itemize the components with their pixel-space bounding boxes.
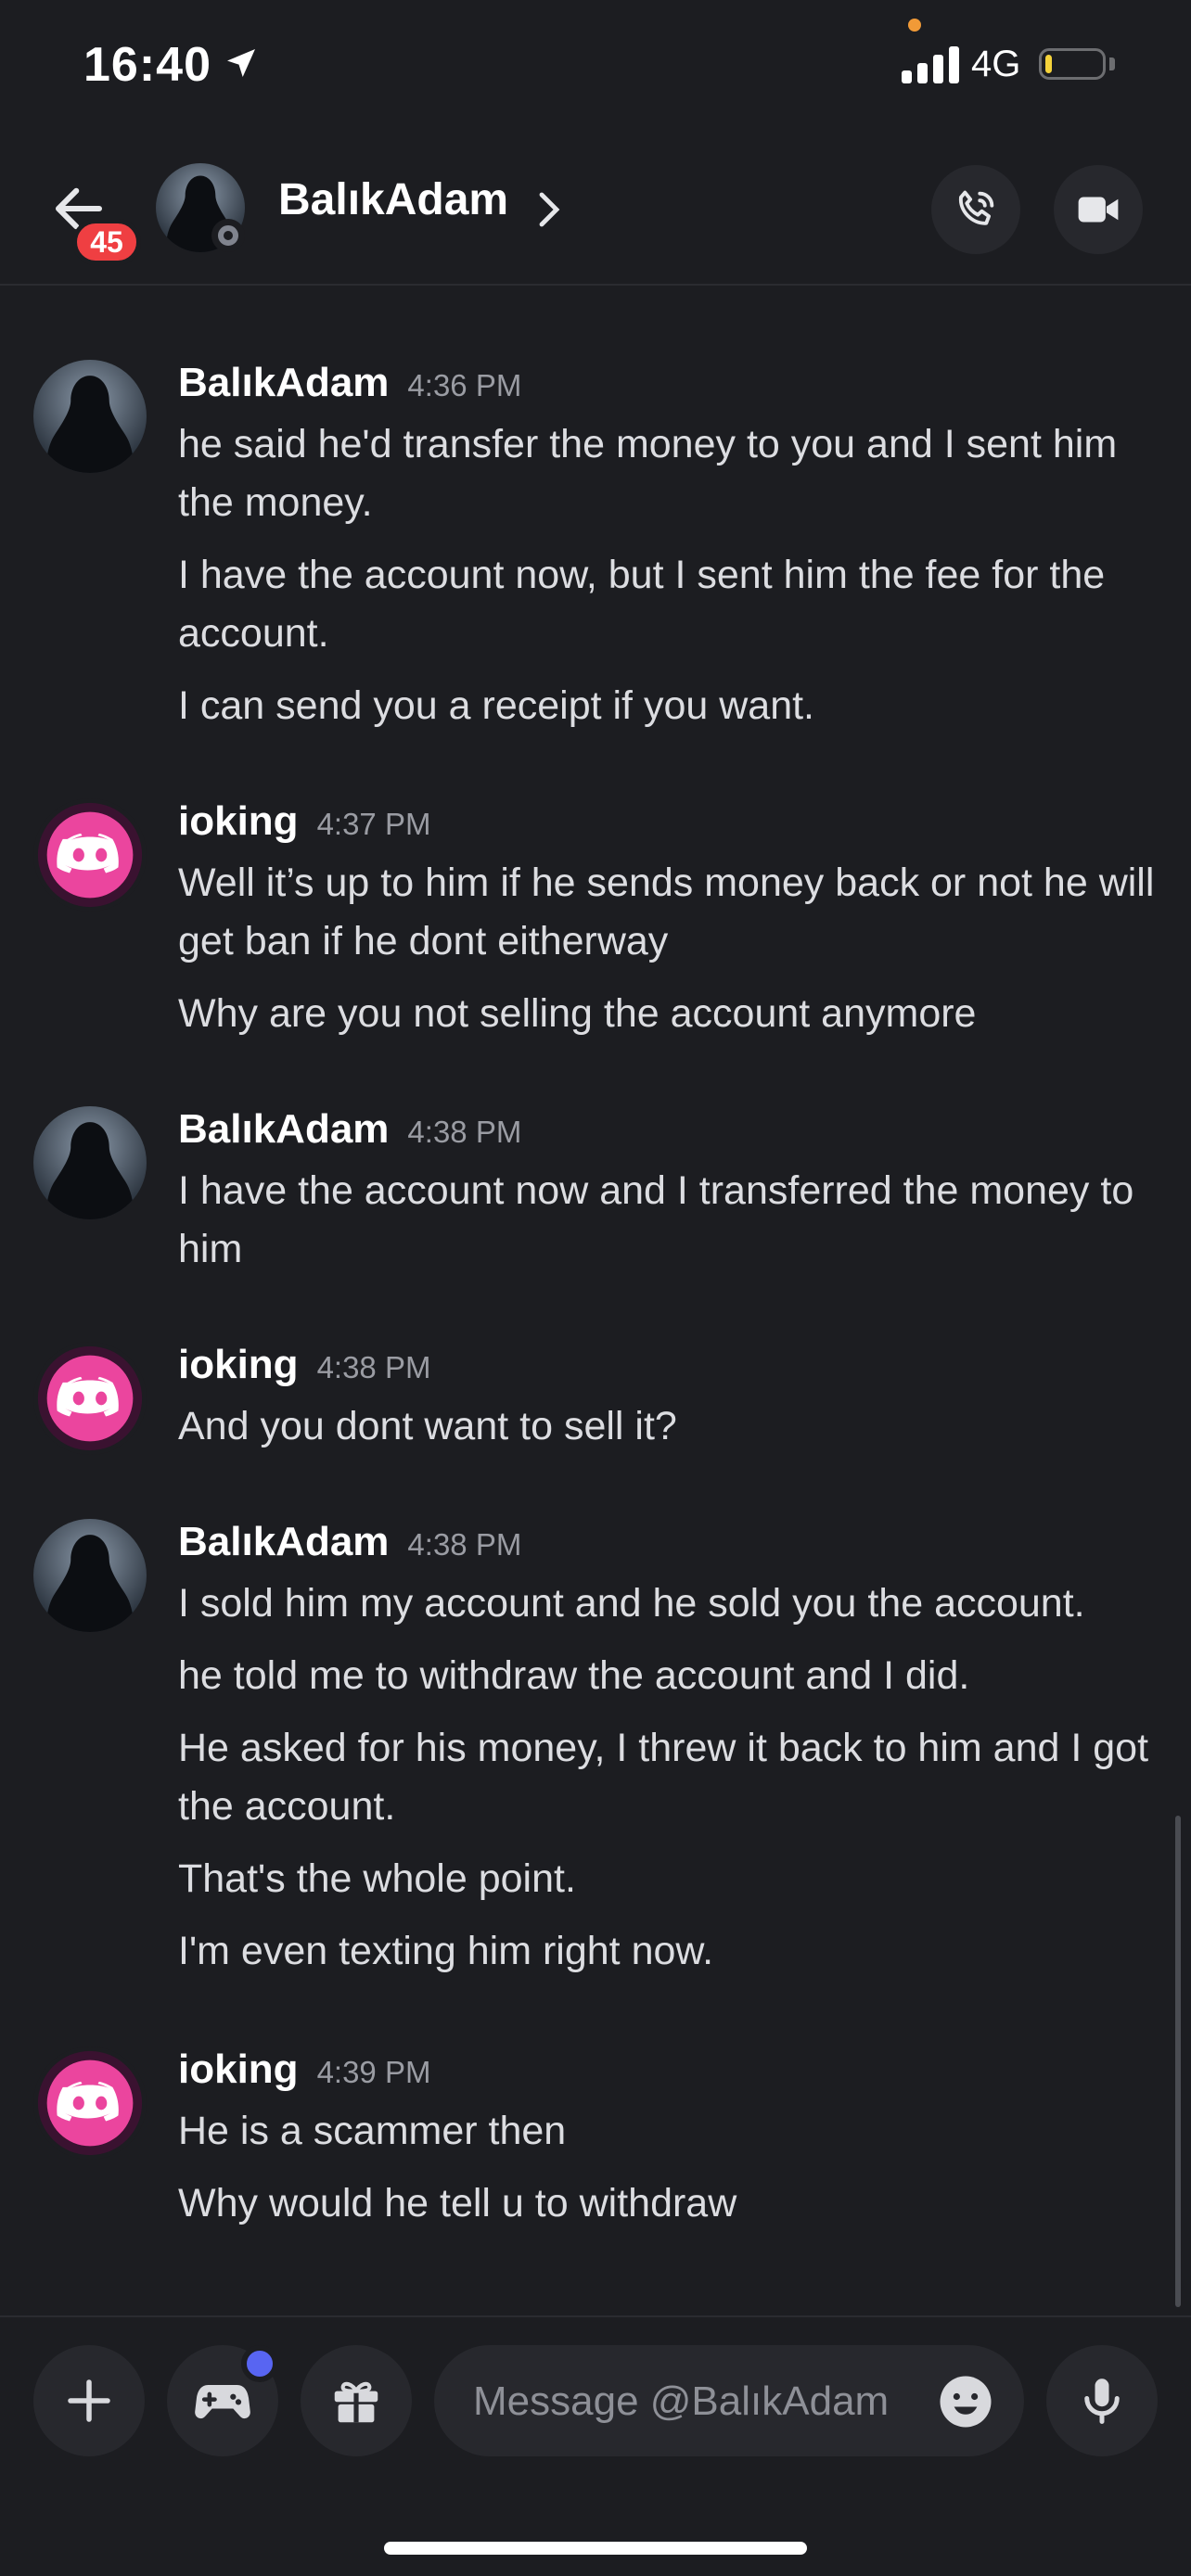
- voice-call-button[interactable]: [931, 165, 1020, 254]
- signal-strength-icon: [902, 45, 959, 83]
- discord-logo-avatar-image: [33, 798, 147, 912]
- privacy-indicator-dot: [908, 19, 921, 32]
- message-timestamp: 4:37 PM: [316, 807, 431, 841]
- video-call-button[interactable]: [1054, 165, 1143, 254]
- voice-message-button[interactable]: [1046, 2345, 1158, 2456]
- unread-count-badge: 45: [72, 219, 141, 265]
- message-text[interactable]: I'm even texting him right now.: [178, 1922, 1161, 1981]
- author-avatar[interactable]: [33, 360, 147, 473]
- chevron-right-icon[interactable]: [538, 191, 560, 228]
- network-type: 4G: [971, 44, 1021, 84]
- author-name[interactable]: BalıkAdam 4:38 PM: [178, 1519, 521, 1565]
- scrollbar[interactable]: [1175, 1816, 1181, 2307]
- header-username[interactable]: BalıkAdam: [278, 174, 508, 225]
- author-avatar[interactable]: [33, 798, 147, 912]
- message-text[interactable]: Why would he tell u to withdraw: [178, 2174, 1161, 2233]
- status-bar: 16:40 4G: [0, 0, 1191, 139]
- author-avatar[interactable]: [33, 1342, 147, 1455]
- author-name[interactable]: BalıkAdam 4:38 PM: [178, 1106, 521, 1153]
- dm-header: 45 BalıkAdam: [0, 139, 1191, 286]
- author-name[interactable]: ioking 4:38 PM: [178, 1342, 430, 1388]
- author-name[interactable]: ioking 4:39 PM: [178, 2047, 430, 2093]
- message-timestamp: 4:39 PM: [316, 2055, 431, 2089]
- author-avatar[interactable]: [33, 2047, 147, 2160]
- message-text[interactable]: I have the account now, but I sent him t…: [178, 546, 1161, 663]
- game-controller-icon: [195, 2385, 250, 2419]
- battery-cap: [1109, 57, 1115, 70]
- battery-icon: [1039, 48, 1106, 80]
- message-input[interactable]: Message @BalıkAdam: [434, 2345, 1024, 2456]
- message-text[interactable]: Why are you not selling the account anym…: [178, 985, 1161, 1043]
- author-avatar[interactable]: [33, 1106, 147, 1219]
- activity-notification-dot: [241, 2345, 278, 2382]
- status-time: 16:40: [83, 38, 211, 92]
- microphone-icon: [1084, 2378, 1120, 2424]
- message-input-placeholder: Message @BalıkAdam: [473, 2378, 890, 2424]
- message-text[interactable]: And you dont want to sell it?: [178, 1397, 1161, 1456]
- message-text[interactable]: I have the account now and I transferred…: [178, 1162, 1161, 1279]
- message-text[interactable]: I sold him my account and he sold you th…: [178, 1575, 1161, 1633]
- phone-icon: [959, 190, 994, 225]
- add-attachment-button[interactable]: [33, 2345, 145, 2456]
- gift-icon: [334, 2381, 378, 2423]
- message-composer: Message @BalıkAdam: [0, 2315, 1191, 2503]
- home-indicator[interactable]: [384, 2542, 807, 2555]
- hooded-figure-avatar-image: [33, 1519, 147, 1632]
- message-text[interactable]: That's the whole point.: [178, 1850, 1161, 1908]
- author-name[interactable]: BalıkAdam 4:36 PM: [178, 360, 521, 406]
- message-text[interactable]: He asked for his money, I threw it back …: [178, 1719, 1161, 1836]
- location-arrow-icon: [227, 49, 255, 77]
- message-text[interactable]: he said he'd transfer the money to you a…: [178, 415, 1161, 532]
- plus-icon: [68, 2379, 110, 2422]
- hooded-figure-avatar-image: [33, 1106, 147, 1219]
- discord-logo-avatar-image: [33, 1342, 147, 1455]
- message-list[interactable]: BalıkAdam 4:36 PM he said he'd transfer t…: [0, 286, 1191, 2316]
- message-text[interactable]: I can send you a receipt if you want.: [178, 677, 1161, 735]
- emoji-icon[interactable]: [935, 2371, 996, 2432]
- discord-logo-avatar-image: [33, 2047, 147, 2160]
- message-timestamp: 4:38 PM: [407, 1115, 522, 1149]
- message-timestamp: 4:38 PM: [407, 1527, 522, 1562]
- author-name[interactable]: ioking 4:37 PM: [178, 798, 430, 845]
- gift-button[interactable]: [301, 2345, 412, 2456]
- video-camera-icon: [1078, 197, 1119, 223]
- author-avatar[interactable]: [33, 1519, 147, 1632]
- message-text[interactable]: He is a scammer then: [178, 2102, 1161, 2161]
- message-timestamp: 4:36 PM: [407, 368, 522, 402]
- offline-status-indicator: [211, 219, 245, 252]
- hooded-figure-avatar-image: [33, 360, 147, 473]
- message-text[interactable]: he told me to withdraw the account and I…: [178, 1647, 1161, 1705]
- message-text[interactable]: Well it’s up to him if he sends money ba…: [178, 854, 1161, 971]
- message-timestamp: 4:38 PM: [316, 1350, 431, 1384]
